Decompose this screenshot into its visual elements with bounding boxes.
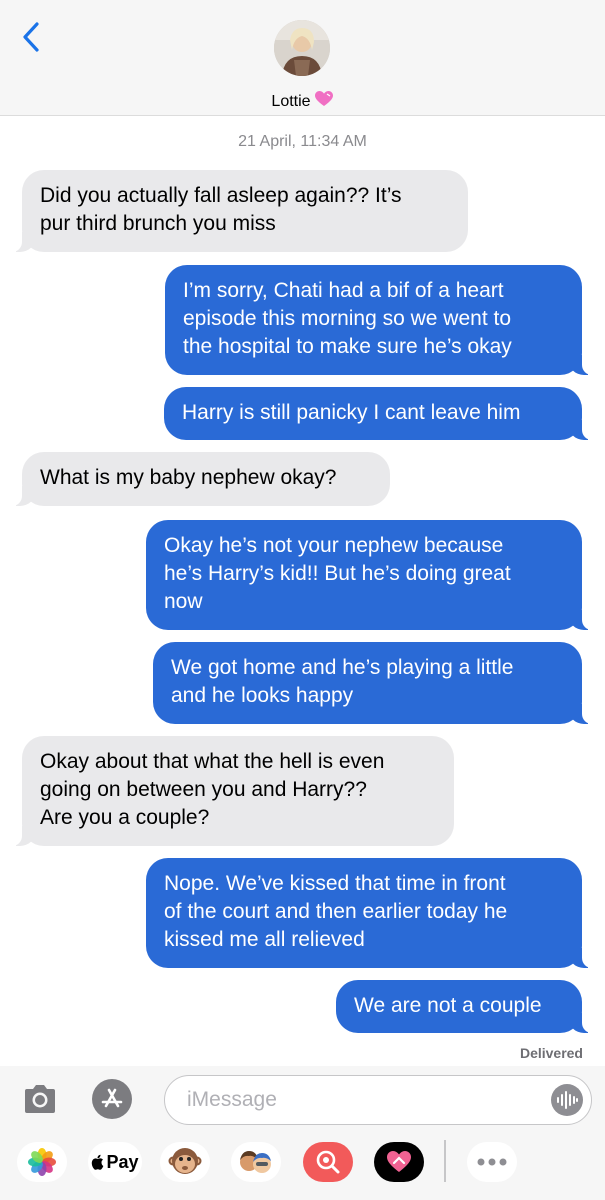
sent-message[interactable]: We are not a couple <box>336 980 592 1033</box>
audio-message-button[interactable] <box>551 1084 583 1116</box>
apple-pay-button[interactable]: Pay <box>88 1142 142 1182</box>
message-line: Are you a couple? <box>40 806 210 829</box>
more-icon <box>477 1158 507 1166</box>
memoji-icon <box>240 1151 271 1173</box>
received-message[interactable]: What is my baby nephew okay? <box>12 452 390 506</box>
sent-message[interactable]: I’m sorry, Chati had a bif of a heart ep… <box>165 265 592 375</box>
received-message[interactable]: Okay about that what the hell is even go… <box>12 736 454 846</box>
more-apps-button[interactable] <box>467 1142 517 1182</box>
photos-app-button[interactable] <box>17 1142 67 1182</box>
message-line: Harry is still panicky I cant leave him <box>182 401 521 424</box>
message-line: We are not a couple <box>354 994 542 1017</box>
memoji-button[interactable] <box>231 1142 281 1182</box>
message-line: episode this morning so we went to <box>183 307 512 330</box>
message-line: Okay about that what the hell is even <box>40 750 385 773</box>
chevron-left-icon <box>23 22 39 52</box>
message-line: Did you actually fall asleep again?? It’… <box>40 184 402 207</box>
contact-name-label: Lottie <box>271 93 311 111</box>
conversation-header: Lottie <box>0 0 605 116</box>
message-line: Okay he’s not your nephew because <box>164 534 504 557</box>
message-line: What is my baby nephew okay? <box>40 466 337 489</box>
back-button[interactable] <box>16 20 46 54</box>
heart-emoji-icon <box>314 90 334 114</box>
digital-touch-icon <box>387 1151 411 1172</box>
message-line: now <box>164 590 203 613</box>
message-input[interactable]: iMessage <box>164 1075 592 1125</box>
message-line: he’s Harry’s kid!! But he’s doing great <box>164 562 511 585</box>
audio-waveform-icon <box>557 1091 578 1109</box>
message-input-placeholder: iMessage <box>187 1088 277 1111</box>
message-line: of the court and then earlier today he <box>164 900 508 923</box>
message-line: the hospital to make sure he’s okay <box>183 335 512 358</box>
apple-pay-label: Pay <box>106 1151 139 1172</box>
camera-button[interactable] <box>22 1083 58 1115</box>
image-search-icon <box>316 1150 340 1174</box>
message-line: kissed me all relieved <box>164 928 365 951</box>
message-line: Nope. We’ve kissed that time in front <box>164 872 506 895</box>
message-line: pur third brunch you miss <box>40 212 276 235</box>
sent-message[interactable]: Nope. We’ve kissed that time in front of… <box>146 858 592 968</box>
message-line: We got home and he’s playing a little <box>171 656 514 679</box>
camera-icon <box>25 1085 55 1113</box>
sent-message[interactable]: Okay he’s not your nephew because he’s H… <box>146 520 592 630</box>
delivery-status: Delivered <box>519 1045 583 1061</box>
tray-divider <box>444 1140 446 1182</box>
message-timestamp: 21 April, 11:34 AM <box>238 133 367 150</box>
animoji-button[interactable] <box>160 1142 210 1182</box>
photos-icon <box>28 1148 56 1176</box>
app-store-icon <box>101 1088 123 1108</box>
sent-message[interactable]: Harry is still panicky I cant leave him <box>164 387 592 440</box>
app-store-button[interactable] <box>92 1079 132 1119</box>
digital-touch-button[interactable] <box>374 1142 424 1182</box>
message-line: going on between you and Harry?? <box>40 778 367 801</box>
contact-name[interactable]: Lottie <box>0 90 605 114</box>
contact-avatar[interactable] <box>274 20 330 76</box>
monkey-emoji-icon <box>168 1148 202 1174</box>
apple-pay-icon: Pay <box>91 1151 139 1173</box>
message-line: and he looks happy <box>171 684 354 707</box>
received-message[interactable]: Did you actually fall asleep again?? It’… <box>12 170 468 252</box>
image-search-button[interactable] <box>303 1142 353 1182</box>
message-line: I’m sorry, Chati had a bif of a heart <box>183 279 504 302</box>
sent-message[interactable]: We got home and he’s playing a little an… <box>153 642 592 724</box>
